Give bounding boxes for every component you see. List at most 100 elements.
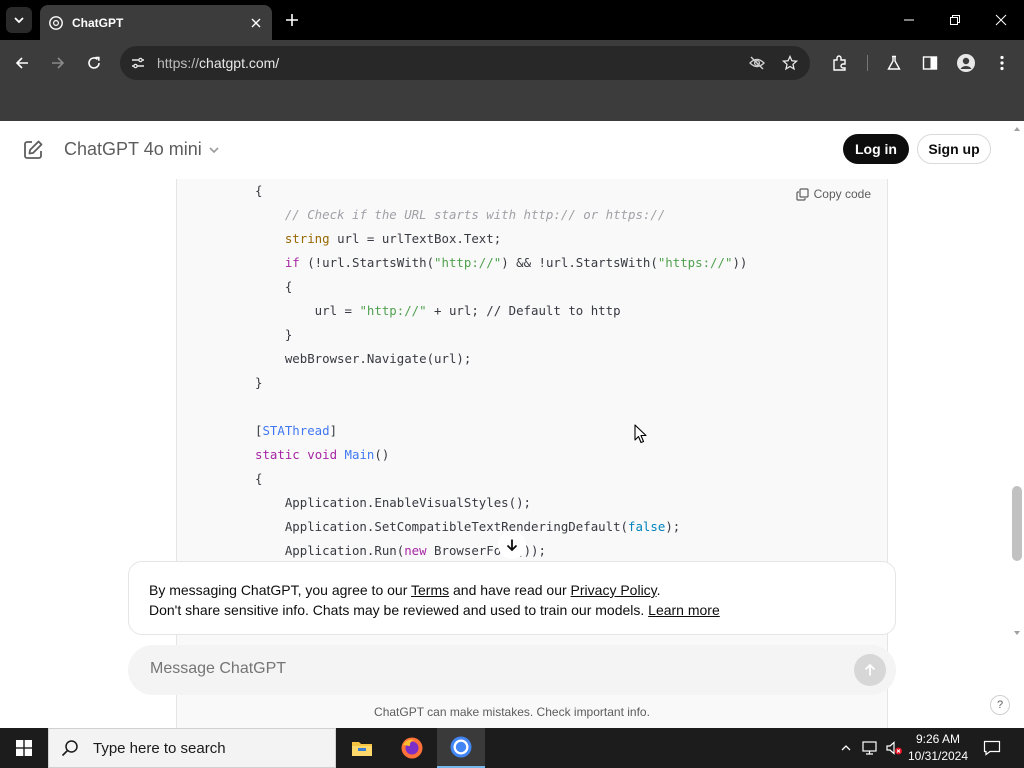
bookmark-bar xyxy=(0,86,1024,121)
chatgpt-favicon xyxy=(48,15,64,31)
site-info-icon[interactable] xyxy=(128,53,148,73)
disclaimer-text: ChatGPT can make mistakes. Check importa… xyxy=(374,705,650,719)
restore-button[interactable] xyxy=(932,0,978,40)
code-line: if (!url.StartsWith("http://") && !url.S… xyxy=(284,255,748,270)
forward-button[interactable] xyxy=(44,49,72,77)
scroll-up-arrow-icon[interactable] xyxy=(1014,127,1020,131)
labs-icon[interactable] xyxy=(882,51,906,75)
file-explorer-icon[interactable] xyxy=(338,728,386,768)
taskbar-search[interactable]: Type here to search xyxy=(48,728,336,768)
model-name-label: ChatGPT 4o mini xyxy=(64,139,202,159)
copy-icon xyxy=(796,187,809,201)
code-content: { // Check if the URL starts with http:/… xyxy=(255,179,747,563)
arrow-up-icon xyxy=(864,663,876,676)
code-line: } xyxy=(255,327,293,342)
edit-icon xyxy=(24,140,43,159)
star-icon[interactable] xyxy=(780,53,800,73)
toolbar-separator xyxy=(867,55,868,71)
login-button[interactable]: Log in xyxy=(843,134,909,164)
eye-off-icon[interactable] xyxy=(747,53,767,73)
send-button[interactable] xyxy=(854,654,886,686)
chrome-icon[interactable] xyxy=(437,728,485,768)
search-icon xyxy=(61,740,78,757)
extensions-icon[interactable] xyxy=(828,51,852,75)
window-close-icon xyxy=(995,14,1007,26)
profile-icon[interactable] xyxy=(954,51,978,75)
help-button[interactable]: ? xyxy=(990,695,1010,715)
code-line: url = "http://" + url; // Default to htt… xyxy=(255,303,621,318)
code-line: ​ xyxy=(255,395,747,419)
consent-notice: By messaging ChatGPT, you agree to our T… xyxy=(128,561,896,635)
chevron-down-icon xyxy=(208,144,220,156)
chevron-up-icon[interactable] xyxy=(836,738,856,758)
window-close-button[interactable] xyxy=(978,0,1024,40)
browser-titlebar: ChatGPT xyxy=(0,0,1024,40)
tab-list-button[interactable] xyxy=(6,7,32,33)
scrollbar-thumb[interactable] xyxy=(1012,486,1022,561)
code-line: // Check if the URL starts with http:// … xyxy=(284,207,666,222)
browser-toolbar: https://chatgpt.com/ xyxy=(0,40,1024,86)
privacy-policy-link[interactable]: Privacy Policy xyxy=(571,582,657,598)
windows-logo-icon xyxy=(16,740,32,756)
chatgpt-page: ChatGPT 4o mini Log in Sign up Copy code… xyxy=(0,121,1024,728)
consent-text: Don't share sensitive info. Chats may be… xyxy=(149,602,649,618)
message-composer xyxy=(128,645,896,695)
consent-text: . xyxy=(656,582,661,598)
code-line: { xyxy=(255,279,293,294)
back-button[interactable] xyxy=(8,49,36,77)
message-input[interactable] xyxy=(150,660,830,678)
code-line: static void Main() xyxy=(255,447,390,462)
code-line: } xyxy=(255,375,263,390)
network-icon[interactable] xyxy=(860,738,880,758)
browser-tab[interactable]: ChatGPT xyxy=(40,5,272,40)
clock-date: 10/31/2024 xyxy=(907,749,969,763)
code-line: string url = urlTextBox.Text; xyxy=(284,231,502,246)
code-line: webBrowser.Navigate(url); xyxy=(255,351,472,366)
restore-icon xyxy=(950,15,960,25)
consent-line-2: Don't share sensitive info. Chats may be… xyxy=(149,600,875,620)
url-host: chatgpt.com/ xyxy=(199,55,280,71)
terms-link[interactable]: Terms xyxy=(411,582,449,598)
page-scrollbar[interactable] xyxy=(1010,121,1024,728)
clock-time: 9:26 AM xyxy=(915,732,961,746)
url-text: https://chatgpt.com/ xyxy=(157,55,279,71)
volume-muted-icon[interactable] xyxy=(884,738,904,758)
signup-button[interactable]: Sign up xyxy=(917,134,991,164)
start-button[interactable] xyxy=(0,728,48,768)
firefox-icon[interactable] xyxy=(388,728,436,768)
url-scheme: https:// xyxy=(157,55,200,71)
chat-header: ChatGPT 4o mini Log in Sign up xyxy=(0,121,1014,179)
scroll-down-arrow-icon[interactable] xyxy=(1014,631,1020,635)
minimize-button[interactable] xyxy=(886,0,932,40)
consent-line-1: By messaging ChatGPT, you agree to our T… xyxy=(149,580,875,600)
consent-text: By messaging ChatGPT, you agree to our xyxy=(149,582,411,598)
code-line: { xyxy=(255,471,263,486)
reload-icon xyxy=(88,56,100,69)
reload-button[interactable] xyxy=(80,49,108,77)
address-bar[interactable]: https://chatgpt.com/ xyxy=(120,46,810,80)
learn-more-link[interactable]: Learn more xyxy=(648,602,720,618)
menu-icon[interactable] xyxy=(990,51,1014,75)
mouse-cursor-icon xyxy=(634,424,647,444)
notification-icon xyxy=(983,740,1001,756)
tab-title: ChatGPT xyxy=(72,15,124,30)
consent-text: and have read our xyxy=(449,582,571,598)
system-clock[interactable]: 9:26 AM 10/31/2024 xyxy=(903,731,973,765)
side-panel-icon[interactable] xyxy=(918,51,942,75)
code-line: [STAThread] xyxy=(255,423,338,438)
plus-icon xyxy=(286,14,298,26)
close-icon[interactable] xyxy=(246,13,266,33)
chevron-down-icon xyxy=(14,17,24,24)
forward-icon xyxy=(52,57,65,69)
new-tab-button[interactable] xyxy=(280,8,304,32)
copy-code-label: Copy code xyxy=(813,187,871,201)
scroll-to-bottom-button[interactable] xyxy=(498,531,526,559)
arrow-down-icon xyxy=(506,539,518,552)
back-icon xyxy=(15,57,28,69)
search-placeholder: Type here to search xyxy=(93,739,226,757)
windows-taskbar: Type here to search 9:26 AM 10/31/2024 xyxy=(0,728,1024,768)
new-chat-button[interactable] xyxy=(20,137,46,163)
copy-code-button[interactable]: Copy code xyxy=(796,187,871,201)
notification-center-button[interactable] xyxy=(978,728,1006,768)
model-selector[interactable]: ChatGPT 4o mini xyxy=(64,139,220,160)
